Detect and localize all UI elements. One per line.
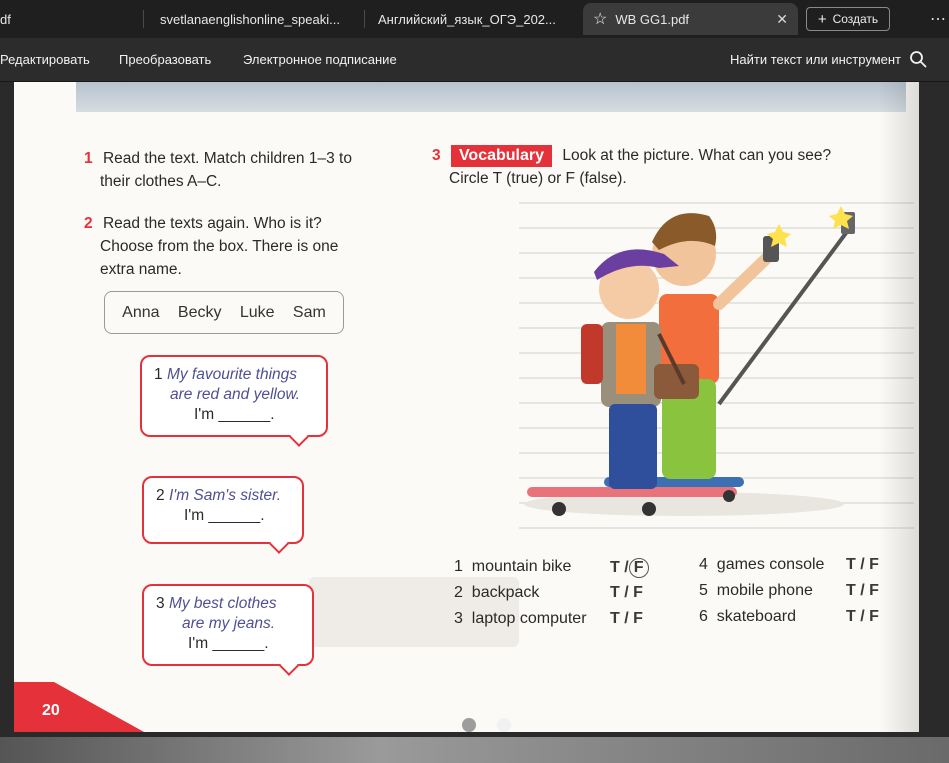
vocab-item: 5 mobile phone	[699, 582, 813, 599]
name-option: Becky	[177, 303, 222, 321]
true-false-choice: T / F	[846, 608, 879, 625]
vocab-item: 3 laptop computer	[454, 610, 587, 627]
document-viewer[interactable]: 1 Read the text. Match children 1–3 to t…	[0, 82, 949, 763]
exercise-2: 2 Read the texts again. Who is it? Choos…	[84, 212, 338, 281]
vocabulary-badge: Vocabulary	[450, 145, 553, 167]
speech-bubble-3: 3 My best clothes are my jeans. I'm ____…	[142, 584, 314, 676]
vocab-item: 6 skateboard	[699, 608, 796, 625]
vocab-item: 1 mountain bike	[454, 558, 572, 575]
tab-separator	[143, 10, 144, 28]
exercise-text: Read the texts again. Who is it?	[102, 215, 322, 232]
page-indicator-dot-active[interactable]	[497, 718, 511, 732]
plus-icon: +	[817, 10, 827, 28]
exercise-3: 3 Vocabulary Look at the picture. What c…	[432, 144, 831, 190]
bubble-tail	[269, 534, 289, 554]
tab-3[interactable]: Английский_язык_ОГЭ_202...	[368, 3, 580, 35]
tab-4-active[interactable]: ☆ WB GG1.pdf ✕	[583, 3, 798, 35]
bleed-through-photo	[76, 82, 906, 112]
boys-selfie-illustration	[524, 206, 855, 516]
create-button[interactable]: + Создать	[806, 7, 890, 31]
tab-label: svetlanaenglishonline_speaki...	[160, 11, 340, 27]
bubble-answer-blank: I'm ______.	[184, 507, 265, 524]
bubble-answer-blank: I'm ______.	[188, 635, 269, 652]
menu-edit[interactable]: Редактировать	[0, 52, 90, 67]
name-choice-box: Anna Becky Luke Sam	[104, 291, 344, 334]
create-label: Создать	[832, 12, 879, 26]
exercise-text: Look at the picture. What can you see?	[562, 147, 832, 164]
exercise-text: Choose from the box. There is one	[100, 238, 339, 255]
star-icon[interactable]: ☆	[593, 9, 607, 29]
exercise-number: 3	[432, 147, 441, 164]
bubble-tail	[279, 656, 299, 676]
circled-answer: F	[628, 558, 649, 578]
page-number: 20	[42, 702, 60, 719]
bubble-text: I'm Sam's sister.	[168, 487, 282, 504]
bubble-tail	[289, 427, 309, 447]
name-option: Anna	[122, 303, 160, 321]
exercise-number: 1	[84, 150, 93, 167]
tab-separator	[364, 10, 365, 28]
name-option: Sam	[292, 303, 326, 321]
vocab-item: 4 games console	[699, 556, 825, 573]
tab-1[interactable]: df	[0, 3, 140, 35]
speech-bubble-1: 1 My favourite things are red and yellow…	[140, 355, 328, 447]
search-icon	[910, 51, 927, 68]
true-false-choice: T / F	[610, 558, 649, 578]
bubble-answer-blank: I'm ______.	[194, 406, 275, 423]
tab-bar: df svetlanaenglishonline_speaki... Англи…	[0, 0, 949, 38]
true-false-choice: T / F	[610, 584, 643, 601]
menu-e-sign[interactable]: Электронное подписание	[243, 52, 397, 67]
bubble-number: 1	[154, 366, 163, 383]
exercise-1: 1 Read the text. Match children 1–3 to t…	[84, 147, 352, 193]
pdf-viewer-app: df svetlanaenglishonline_speaki... Англи…	[0, 0, 949, 763]
exercise-text: their clothes A–C.	[100, 173, 222, 190]
close-icon[interactable]: ✕	[766, 11, 788, 28]
page-number-band	[14, 682, 144, 732]
tab-label: df	[0, 11, 11, 27]
true-false-choice: T / F	[846, 582, 879, 599]
true-false-choice: T / F	[610, 610, 643, 627]
search-tool-label: Найти текст или инструмент	[730, 51, 901, 67]
exercise-text: Read the text. Match children 1–3 to	[102, 150, 352, 167]
exercise-text: extra name.	[100, 261, 182, 278]
vocab-item: 2 backpack	[454, 584, 540, 601]
next-page-edge	[0, 737, 949, 763]
menu-bar: Редактировать Преобразовать Электронное …	[0, 38, 949, 82]
page-indicator-dot[interactable]	[462, 718, 476, 732]
true-false-choice: T / F	[846, 556, 879, 573]
bubble-number: 2	[156, 487, 165, 504]
menu-convert[interactable]: Преобразовать	[119, 52, 211, 67]
bubble-text: are my jeans.	[182, 615, 276, 632]
search-tool-button[interactable]: Найти текст или инструмент	[730, 50, 927, 68]
tab-2[interactable]: svetlanaenglishonline_speaki...	[150, 3, 360, 35]
exercise-number: 2	[84, 215, 93, 232]
bubble-text: are red and yellow.	[170, 386, 301, 403]
page-edge-shadow	[879, 82, 919, 732]
name-option: Luke	[239, 303, 275, 321]
pdf-page: 1 Read the text. Match children 1–3 to t…	[14, 82, 919, 732]
tab-label: WB GG1.pdf	[615, 11, 690, 27]
speech-bubble-2: 2 I'm Sam's sister. I'm ______.	[142, 476, 304, 554]
exercise-text: Circle T (true) or F (false).	[449, 170, 627, 187]
bubble-number: 3	[156, 595, 165, 612]
more-icon[interactable]: ⋯	[930, 9, 947, 29]
bubble-text: My favourite things	[166, 366, 298, 383]
tab-label: Английский_язык_ОГЭ_202...	[378, 11, 556, 27]
bubble-text: My best clothes	[168, 595, 277, 612]
